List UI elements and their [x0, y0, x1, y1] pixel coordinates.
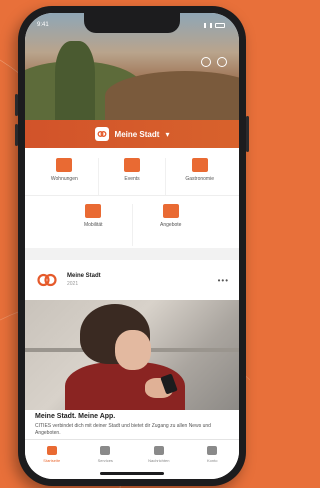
- header-actions: [201, 57, 227, 67]
- building-icon: [56, 158, 73, 172]
- city-selector[interactable]: Meine Stadt ▾: [25, 120, 239, 148]
- tab-label: Nachrichten: [148, 458, 170, 463]
- signal-icon: [204, 22, 212, 28]
- tile-label: Wohnungen: [50, 176, 78, 182]
- tile-label: Gastronomie: [185, 176, 214, 182]
- phone-frame: 9:41 Meine Stadt ▾ Wohnungen Events Gast…: [15, 6, 249, 486]
- post-title: Meine Stadt. Meine App.: [35, 413, 116, 420]
- category-tiles: Wohnungen Events Gastronomie Mobilität A…: [25, 148, 239, 248]
- section-divider: [25, 248, 239, 260]
- tab-label: Services: [97, 458, 113, 463]
- volume-up-button: [15, 94, 18, 116]
- more-options-icon[interactable]: •••: [218, 276, 229, 285]
- tile-angebote[interactable]: Angebote: [133, 204, 210, 246]
- tab-label: Startseite: [43, 458, 61, 463]
- plate-icon: [191, 158, 208, 172]
- news-icon: [153, 446, 164, 455]
- tile-label: Mobilität: [83, 222, 103, 228]
- post-date: 2021: [67, 281, 79, 287]
- calendar-icon: [124, 158, 140, 172]
- search-icon[interactable]: [217, 57, 227, 67]
- tile-wohnungen[interactable]: Wohnungen: [31, 158, 99, 195]
- tag-icon: [162, 204, 179, 218]
- tile-label: Events: [124, 176, 140, 182]
- tile-events[interactable]: Events: [99, 158, 167, 195]
- tile-gastronomie[interactable]: Gastronomie: [166, 158, 233, 195]
- app-screen: 9:41 Meine Stadt ▾ Wohnungen Events Gast…: [25, 13, 239, 479]
- status-time: 9:41: [37, 22, 49, 28]
- volume-down-button: [15, 124, 18, 146]
- tab-label: Konto: [207, 458, 218, 463]
- city-name: Meine Stadt: [114, 129, 160, 139]
- tile-label: Angebote: [160, 222, 182, 228]
- status-bar: 9:41: [37, 19, 225, 31]
- post-image[interactable]: [25, 300, 239, 410]
- notification-icon[interactable]: [201, 57, 211, 67]
- home-icon: [46, 446, 57, 455]
- post-body: Meine Stadt. Meine App. CITIES verbindet…: [35, 413, 229, 437]
- battery-icon: [215, 22, 225, 28]
- city-logo-icon: [94, 127, 109, 141]
- chevron-down-icon: ▾: [165, 129, 170, 139]
- author-logo-icon: [35, 268, 59, 292]
- power-button: [246, 116, 249, 152]
- car-icon: [85, 204, 102, 218]
- home-indicator: [100, 472, 164, 475]
- tab-account[interactable]: Konto: [194, 446, 230, 479]
- tab-home[interactable]: Startseite: [34, 446, 70, 479]
- user-icon: [207, 446, 218, 455]
- post-author: Meine Stadt: [67, 273, 101, 279]
- post-header: Meine Stadt 2021 •••: [25, 260, 239, 300]
- grid-icon: [100, 446, 111, 455]
- tile-mobilitaet[interactable]: Mobilität: [55, 204, 133, 246]
- post-text: CITIES verbindet dich mit deiner Stadt u…: [35, 423, 211, 436]
